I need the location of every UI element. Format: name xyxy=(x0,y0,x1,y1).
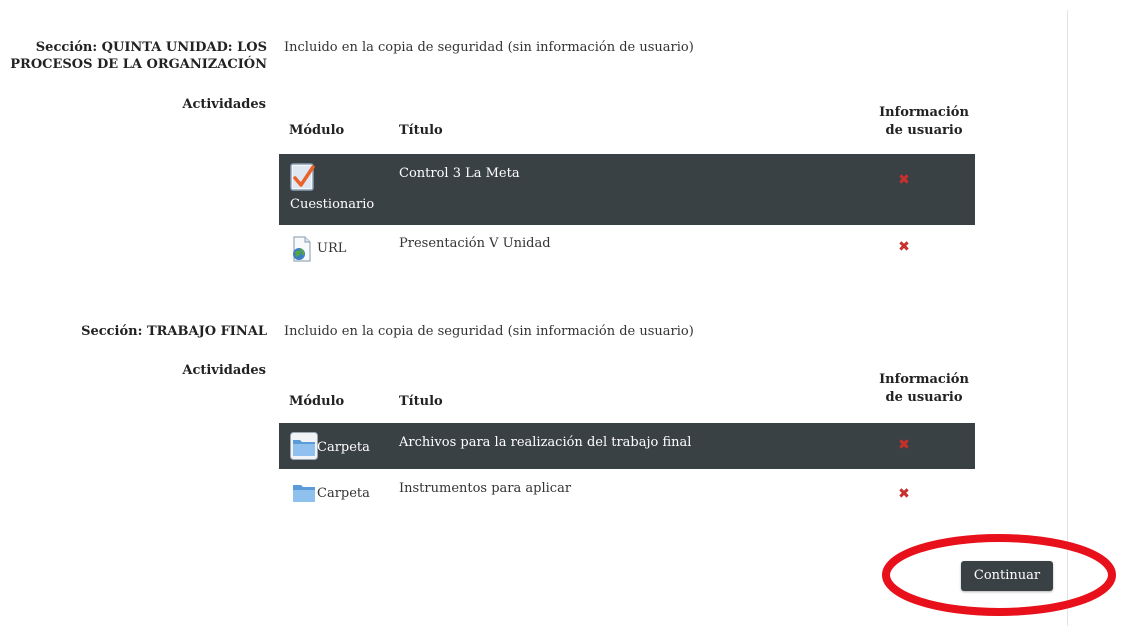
section-label-line1: Sección: QUINTA UNIDAD: LOS xyxy=(35,40,267,55)
excluded-x-icon: ✖ xyxy=(898,437,910,453)
module-name: Carpeta xyxy=(317,440,370,455)
activity-title: Instrumentos para aplicar xyxy=(399,481,572,496)
section-label-line2: PROCESOS DE LA ORGANIZACIÓN xyxy=(10,57,267,72)
table-row[interactable]: Carpeta Instrumentos para aplicar ✖ xyxy=(279,469,975,515)
column-header-module: Módulo xyxy=(289,394,345,409)
activities-label: Actividades xyxy=(182,97,266,112)
module-name: Carpeta xyxy=(317,486,370,501)
table-row[interactable]: Cuestionario Control 3 La Meta ✖ xyxy=(279,154,975,225)
folder-icon xyxy=(292,483,316,507)
module-name: Cuestionario xyxy=(290,197,375,212)
activity-title: Archivos para la realización del trabajo… xyxy=(399,435,692,450)
content-right-border xyxy=(1067,10,1068,626)
section-backup-info: Incluido en la copia de seguridad (sin i… xyxy=(284,324,694,339)
excluded-x-icon: ✖ xyxy=(898,172,910,188)
column-header-user-info: Información de usuario xyxy=(879,372,969,405)
folder-icon xyxy=(290,432,318,464)
column-header-title: Título xyxy=(399,394,443,409)
activity-title: Control 3 La Meta xyxy=(399,166,520,181)
continue-button[interactable]: Continuar xyxy=(961,561,1053,591)
module-name: URL xyxy=(317,241,347,256)
section-backup-info: Incluido en la copia de seguridad (sin i… xyxy=(284,40,694,55)
activities-label: Actividades xyxy=(182,363,266,378)
table-row[interactable]: Carpeta Archivos para la realización del… xyxy=(279,423,975,469)
section-label: Sección: QUINTA UNIDAD: LOS PROCESOS DE … xyxy=(10,39,267,73)
column-header-module: Módulo xyxy=(289,123,345,138)
column-header-title: Título xyxy=(399,123,443,138)
quiz-icon xyxy=(290,163,316,195)
excluded-x-icon: ✖ xyxy=(898,486,910,502)
table-row[interactable]: URL Presentación V Unidad ✖ xyxy=(279,225,975,271)
url-icon xyxy=(292,236,312,266)
column-header-user-info: Información de usuario xyxy=(879,105,969,138)
excluded-x-icon: ✖ xyxy=(898,239,910,255)
section-label: Sección: TRABAJO FINAL xyxy=(81,324,267,339)
activity-title: Presentación V Unidad xyxy=(399,236,551,251)
